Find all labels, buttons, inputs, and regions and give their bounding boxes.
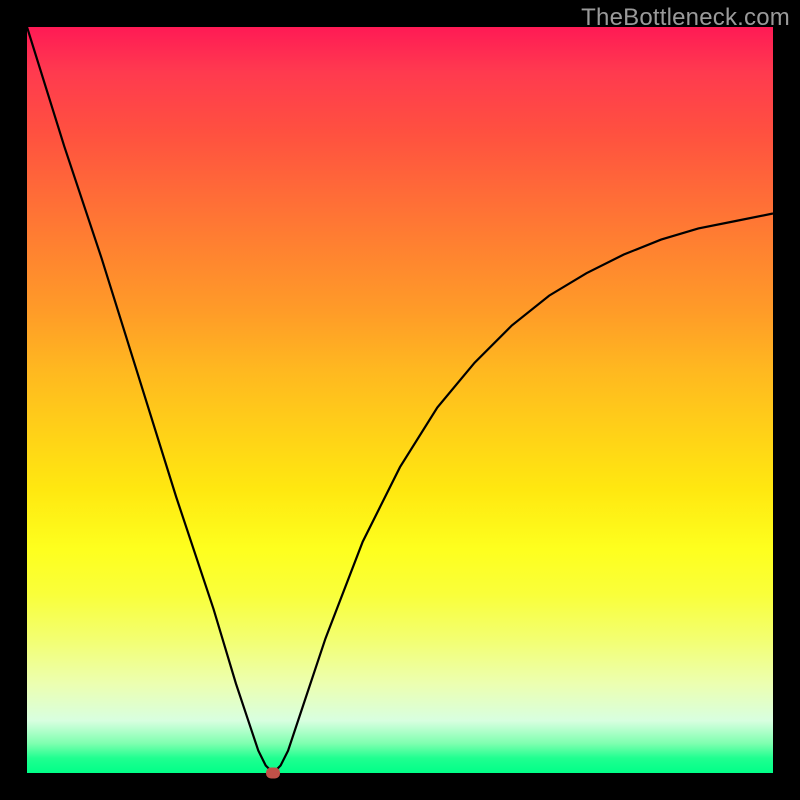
chart-frame: TheBottleneck.com	[0, 0, 800, 800]
bottleneck-curve	[27, 27, 773, 773]
plot-area	[27, 27, 773, 773]
optimum-marker	[266, 768, 280, 779]
